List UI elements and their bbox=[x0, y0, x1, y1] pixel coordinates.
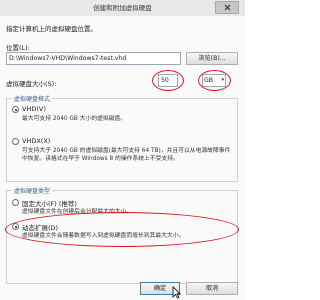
close-button[interactable] bbox=[215, 1, 239, 14]
format-group: 虚拟硬盘格式 VHD(V) 最大可支持 2040 GB 大小的虚拟磁盘。 VHD… bbox=[6, 94, 238, 182]
annotation-ellipse-dynamic bbox=[5, 212, 239, 247]
format-vhdx-radio[interactable] bbox=[12, 138, 19, 145]
type-fixed-label[interactable]: 固定大小(F) (推荐) bbox=[22, 198, 77, 208]
format-vhdx-desc: 可支持大于 2040 GB 的虚拟磁盘(最大可支持 64 TB)，并且可以从电源… bbox=[22, 148, 231, 162]
format-vhdx-label[interactable]: VHDX(X) bbox=[22, 137, 50, 145]
location-input[interactable]: D:\Windows7-VHD\Windows7-test.vhd bbox=[6, 52, 181, 65]
format-vhd-label[interactable]: VHD(V) bbox=[22, 105, 46, 113]
format-group-label: 虚拟硬盘格式 bbox=[12, 94, 53, 103]
annotation-circle-size bbox=[152, 70, 184, 91]
location-label: 位置(L): bbox=[6, 44, 30, 52]
cancel-button[interactable]: 取消 bbox=[186, 282, 238, 295]
type-fixed-radio[interactable] bbox=[12, 199, 19, 206]
format-vhd-radio[interactable] bbox=[12, 106, 19, 113]
browse-button[interactable]: 浏览(B)... bbox=[186, 52, 238, 65]
format-vhd-desc: 最大可支持 2040 GB 大小的虚拟磁盘。 bbox=[22, 116, 127, 122]
annotation-circle-unit bbox=[198, 70, 231, 91]
size-label: 虚拟硬盘大小(S): bbox=[6, 80, 57, 88]
dialog-body: 指定计算机上的虚拟硬盘位置。 位置(L): D:\Windows7-VHD\Wi… bbox=[0, 16, 245, 300]
window-title: 创建和附加虚拟硬盘 bbox=[93, 4, 152, 12]
close-icon bbox=[224, 4, 230, 11]
title-bar: 创建和附加虚拟硬盘 bbox=[0, 0, 245, 17]
type-group-label: 虚拟硬盘类型 bbox=[12, 186, 53, 195]
intro-text: 指定计算机上的虚拟硬盘位置。 bbox=[6, 25, 97, 33]
mouse-cursor-icon bbox=[172, 286, 181, 299]
